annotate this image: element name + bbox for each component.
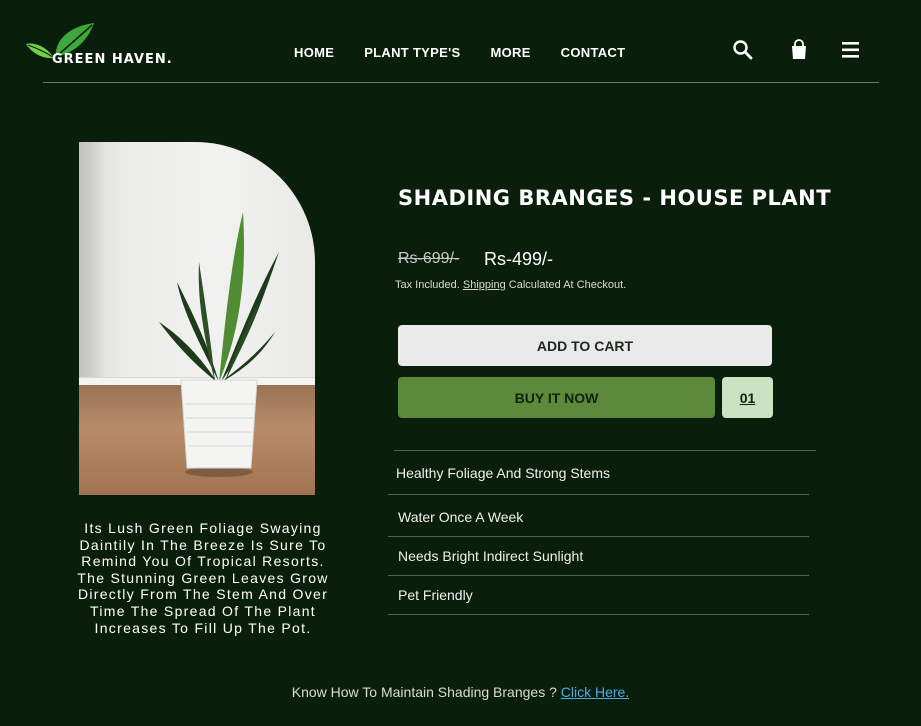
- nav-plant-types[interactable]: PLANT TYPE'S: [364, 45, 460, 60]
- feature-divider: [388, 494, 809, 495]
- care-guide-note: Know How To Maintain Shading Branges ? C…: [291, 684, 630, 700]
- product-description: Its Lush Green Foliage Swaying Daintily …: [77, 520, 329, 636]
- feature-divider: [394, 450, 816, 451]
- nav-contact[interactable]: CONTACT: [561, 45, 626, 60]
- feature-divider: [388, 614, 809, 615]
- site-header: GREEN HAVEN. HOME PLANT TYPE'S MORE CONT…: [0, 0, 921, 84]
- add-to-cart-button[interactable]: ADD TO CART: [398, 325, 772, 366]
- feature-divider: [388, 575, 809, 576]
- tax-note: Tax Included. Shipping Calculated At Che…: [395, 279, 627, 291]
- feature-divider: [388, 536, 809, 537]
- plant-illustration: [159, 212, 279, 477]
- sale-price: Rs-499/-: [484, 249, 554, 269]
- quantity-selector[interactable]: 01: [722, 377, 773, 418]
- header-divider: [43, 82, 879, 83]
- nav-home[interactable]: HOME: [294, 45, 334, 60]
- feature-item: Water Once A Week: [398, 509, 524, 525]
- shopping-bag-icon[interactable]: [789, 38, 811, 62]
- logo[interactable]: GREEN HAVEN.: [26, 22, 196, 72]
- buy-now-button[interactable]: BUY IT NOW: [398, 377, 715, 418]
- feature-item: Healthy Foliage And Strong Stems: [396, 465, 611, 481]
- feature-item: Needs Bright Indirect Sunlight: [398, 548, 584, 564]
- logo-text: GREEN HAVEN.: [52, 52, 173, 67]
- menu-icon[interactable]: [840, 38, 862, 62]
- original-price: Rs-699/-: [398, 250, 460, 267]
- nav-more[interactable]: MORE: [490, 45, 530, 60]
- feature-item: Pet Friendly: [398, 587, 473, 603]
- shipping-link[interactable]: Shipping: [463, 279, 506, 291]
- search-icon[interactable]: [732, 38, 754, 62]
- product-title: SHADING BRANGES - HOUSE PLANT: [398, 186, 832, 210]
- care-guide-link[interactable]: Click Here.: [561, 684, 629, 700]
- product-image: [79, 142, 315, 495]
- main-nav: HOME PLANT TYPE'S MORE CONTACT: [294, 45, 625, 60]
